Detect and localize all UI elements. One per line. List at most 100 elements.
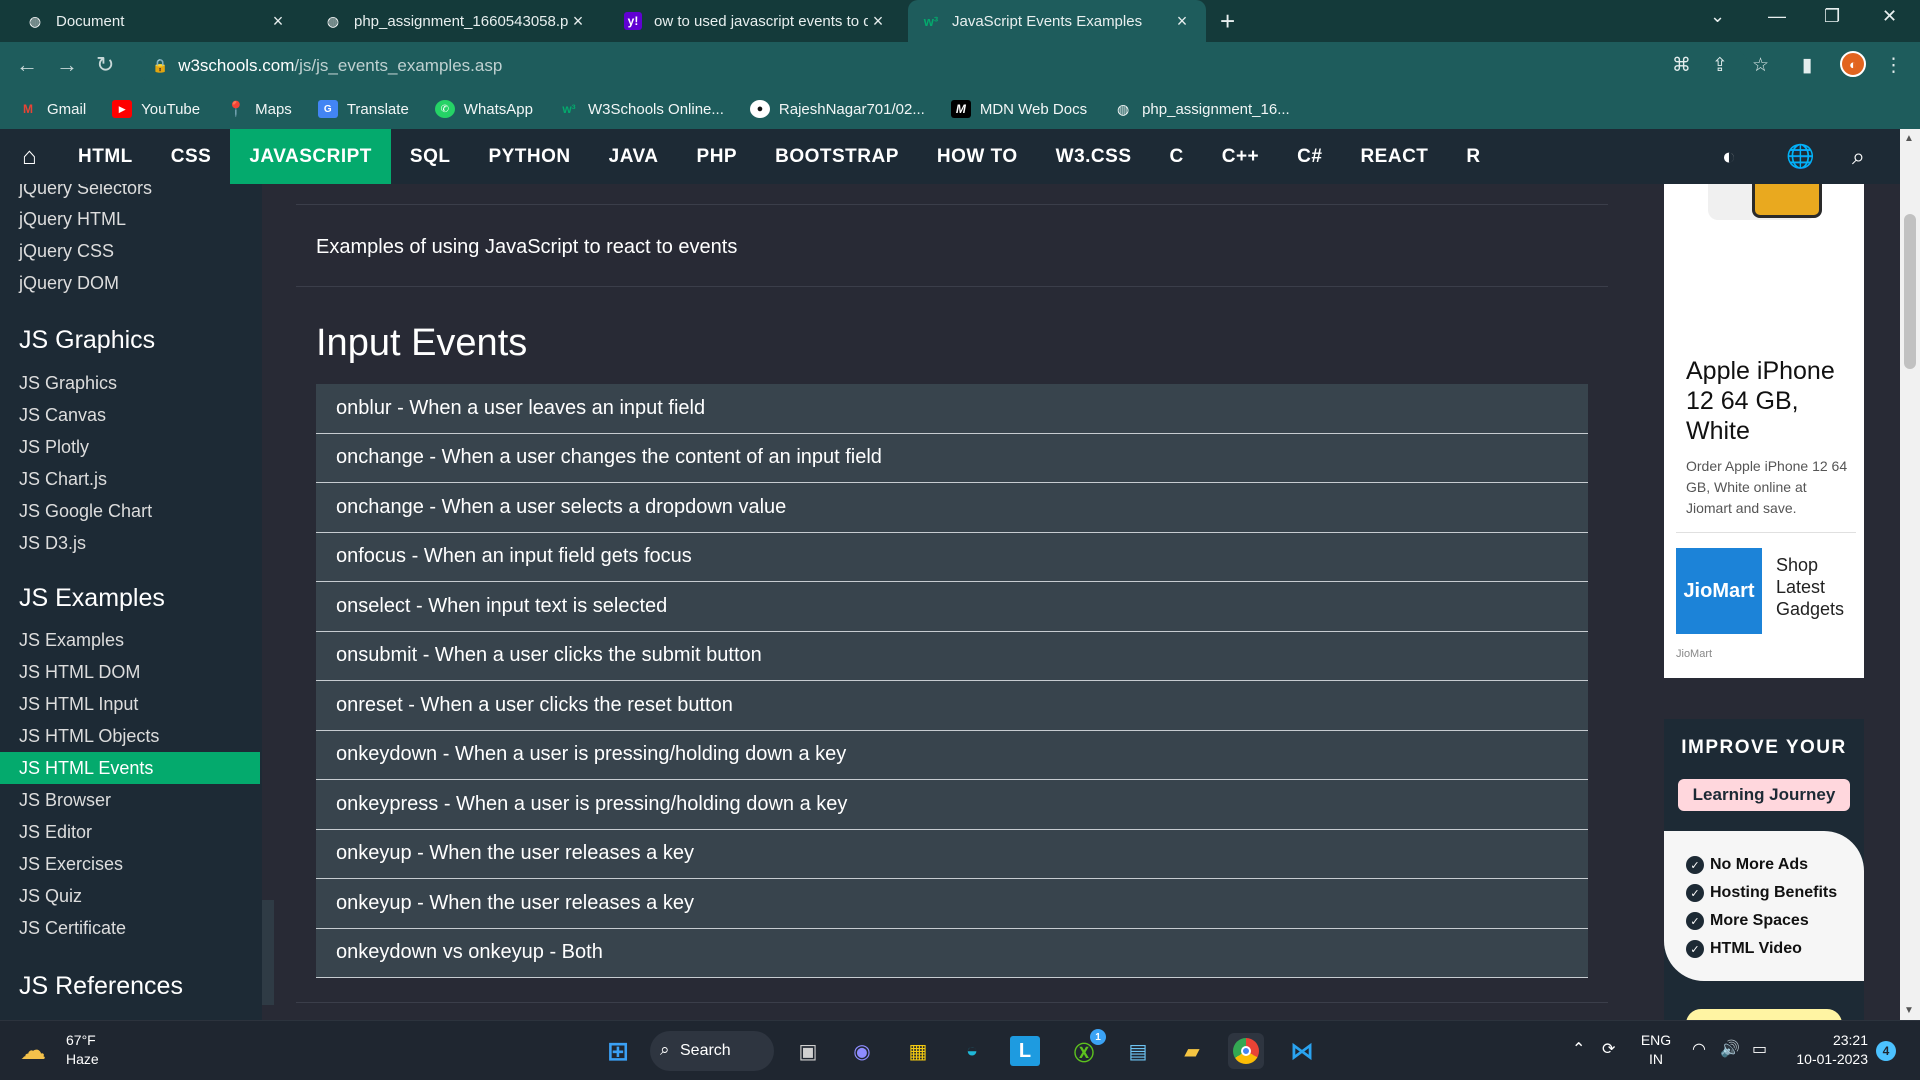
taskbar-search[interactable]: ⌕ Search: [650, 1031, 774, 1071]
nav-r[interactable]: R: [1447, 129, 1499, 184]
sidebar-scrollbar[interactable]: [262, 900, 274, 1005]
nav-php[interactable]: PHP: [678, 129, 757, 184]
event-link[interactable]: onchange - When a user changes the conte…: [316, 433, 1588, 483]
file-explorer-icon[interactable]: ▰: [1174, 1033, 1210, 1069]
weather-widget[interactable]: ☁ 67°F Haze: [20, 1031, 99, 1069]
event-link[interactable]: onkeypress - When a user is pressing/hol…: [316, 780, 1588, 830]
bookmark-w3schools[interactable]: w³ W3Schools Online...: [559, 100, 724, 118]
sidebar-item-js-google-chart[interactable]: JS Google Chart: [0, 495, 260, 527]
nav-css[interactable]: CSS: [152, 129, 231, 184]
start-icon[interactable]: ⊞: [600, 1033, 636, 1069]
language-globe-icon[interactable]: 🌐: [1786, 143, 1815, 170]
bookmark-whatsapp[interactable]: ✆ WhatsApp: [434, 100, 533, 118]
maximize-icon[interactable]: ❐: [1824, 6, 1840, 27]
sidebar-item-js-graphics[interactable]: JS Graphics: [0, 367, 260, 399]
notification-badge[interactable]: 4: [1876, 1041, 1896, 1061]
sidebar-item-js-certificate[interactable]: JS Certificate: [0, 912, 260, 944]
sidebar-item-js-canvas[interactable]: JS Canvas: [0, 399, 260, 431]
search-icon[interactable]: ⌕: [1852, 143, 1865, 170]
product-ad[interactable]: Apple iPhone 12 64 GB, White Order Apple…: [1664, 184, 1864, 678]
xbox-icon[interactable]: Ⓧ 1: [1066, 1029, 1106, 1069]
close-icon[interactable]: ×: [868, 11, 888, 32]
nav-c[interactable]: C: [1151, 129, 1203, 184]
browser-tab-yahoo[interactable]: y! ow to used javascript events to d ×: [610, 0, 902, 42]
l-app-icon[interactable]: L: [1010, 1036, 1040, 1066]
notepad-icon[interactable]: ▤: [1120, 1033, 1156, 1069]
nav-how-to[interactable]: HOW TO: [918, 129, 1037, 184]
sidebar-item-js-exercises[interactable]: JS Exercises: [0, 848, 260, 880]
browser-tab-js-events[interactable]: w³ JavaScript Events Examples ×: [908, 0, 1206, 42]
nav-w3css[interactable]: W3.CSS: [1037, 129, 1151, 184]
event-link[interactable]: onfocus - When an input field gets focus: [316, 532, 1588, 582]
bookmark-github[interactable]: ● RajeshNagar701/02...: [749, 100, 925, 118]
sync-icon[interactable]: ⟳: [1602, 1039, 1615, 1059]
sidebar-item-js-examples[interactable]: JS Examples: [0, 624, 260, 656]
browser-tab-document[interactable]: ◍ Document ×: [12, 0, 302, 42]
event-link[interactable]: onkeydown vs onkeyup - Both: [316, 928, 1588, 978]
sidebar-item-js-html-dom[interactable]: JS HTML DOM: [0, 656, 260, 688]
profile-avatar[interactable]: ◐: [1840, 51, 1866, 77]
side-panel-icon[interactable]: ▮: [1802, 54, 1812, 77]
new-tab-button[interactable]: +: [1220, 6, 1235, 37]
scroll-down-icon[interactable]: ▼: [1904, 1005, 1914, 1016]
sidebar-item-js-editor[interactable]: JS Editor: [0, 816, 260, 848]
tab-search-icon[interactable]: ⌄: [1710, 6, 1725, 27]
event-link[interactable]: onreset - When a user clicks the reset b…: [316, 681, 1588, 731]
close-icon[interactable]: ×: [568, 11, 588, 32]
nav-react[interactable]: REACT: [1341, 129, 1447, 184]
promo-banner[interactable]: IMPROVE YOUR Learning Journey ✓ No More A…: [1664, 719, 1864, 1020]
dark-mode-icon[interactable]: ◐: [1722, 143, 1736, 170]
sidebar-item-js-html-objects[interactable]: JS HTML Objects: [0, 720, 260, 752]
window-close-icon[interactable]: ✕: [1882, 6, 1897, 27]
wifi-icon[interactable]: ◠: [1692, 1039, 1706, 1059]
nav-javascript[interactable]: JAVASCRIPT: [230, 129, 391, 184]
sidebar-item-jquery-html[interactable]: jQuery HTML: [0, 203, 260, 235]
edge-icon[interactable]: ◒: [954, 1033, 990, 1069]
bookmark-star-icon[interactable]: ☆: [1752, 54, 1769, 77]
battery-icon[interactable]: ▭: [1752, 1039, 1767, 1059]
event-link[interactable]: onblur - When a user leaves an input fie…: [316, 384, 1588, 434]
nav-java[interactable]: JAVA: [590, 129, 678, 184]
sidebar-item-jquery-selectors[interactable]: jQuery Selectors: [0, 184, 260, 204]
browser-tab-php-assignment[interactable]: ◍ php_assignment_1660543058.pdf ×: [310, 0, 602, 42]
ad-title[interactable]: Apple iPhone 12 64 GB, White: [1686, 356, 1856, 446]
home-icon[interactable]: ⌂: [0, 129, 59, 184]
bookmark-gmail[interactable]: M Gmail: [18, 100, 86, 118]
back-icon[interactable]: ←: [16, 52, 38, 78]
language-indicator[interactable]: ENG IN: [1638, 1031, 1674, 1069]
event-link[interactable]: onkeyup - When the user releases a key: [316, 879, 1588, 929]
share-icon[interactable]: ⇪: [1712, 54, 1728, 77]
bookmark-mdn[interactable]: M MDN Web Docs: [950, 100, 1087, 118]
clock[interactable]: 23:21 10-01-2023: [1788, 1031, 1868, 1069]
bookmark-translate[interactable]: G Translate: [317, 100, 409, 118]
promo-button[interactable]: [1686, 1009, 1842, 1020]
bookmark-youtube[interactable]: ▶ YouTube: [112, 100, 200, 118]
reload-icon[interactable]: ↻: [96, 52, 114, 78]
event-link[interactable]: onchange - When a user selects a dropdow…: [316, 483, 1588, 533]
sidebar-item-jquery-css[interactable]: jQuery CSS: [0, 235, 260, 267]
sidebar-item-jquery-dom[interactable]: jQuery DOM: [0, 267, 260, 299]
event-link[interactable]: onkeydown - When a user is pressing/hold…: [316, 730, 1588, 780]
sidebar-item-js-html-events[interactable]: JS HTML Events: [0, 752, 260, 784]
nav-html[interactable]: HTML: [59, 129, 152, 184]
scroll-up-icon[interactable]: ▲: [1904, 133, 1914, 144]
task-view-icon[interactable]: ▣: [790, 1033, 826, 1069]
menu-icon[interactable]: ⋮: [1884, 54, 1903, 77]
sidebar-item-js-plotly[interactable]: JS Plotly: [0, 431, 260, 463]
jiomart-logo[interactable]: JioMart: [1676, 548, 1762, 634]
event-link[interactable]: onkeyup - When the user releases a key: [316, 829, 1588, 879]
scrollbar-thumb[interactable]: [1904, 214, 1916, 369]
sidebar-item-js-browser[interactable]: JS Browser: [0, 784, 260, 816]
sidebar-item-js-quiz[interactable]: JS Quiz: [0, 880, 260, 912]
close-icon[interactable]: ×: [268, 11, 288, 32]
nav-csharp[interactable]: C#: [1278, 129, 1341, 184]
forward-icon[interactable]: →: [56, 52, 78, 78]
nav-sql[interactable]: SQL: [391, 129, 470, 184]
address-bar[interactable]: 🔒 w3schools.com /js/js_events_examples.a…: [138, 48, 1748, 84]
event-link[interactable]: onselect - When input text is selected: [316, 582, 1588, 632]
microsoft-store-icon[interactable]: ▦: [900, 1033, 936, 1069]
bookmark-php-assignment[interactable]: ◍ php_assignment_16...: [1113, 100, 1290, 118]
page-scrollbar[interactable]: ▲ ▼: [1900, 129, 1920, 1020]
sidebar-item-js-chartjs[interactable]: JS Chart.js: [0, 463, 260, 495]
sidebar-item-js-d3[interactable]: JS D3.js: [0, 527, 260, 559]
